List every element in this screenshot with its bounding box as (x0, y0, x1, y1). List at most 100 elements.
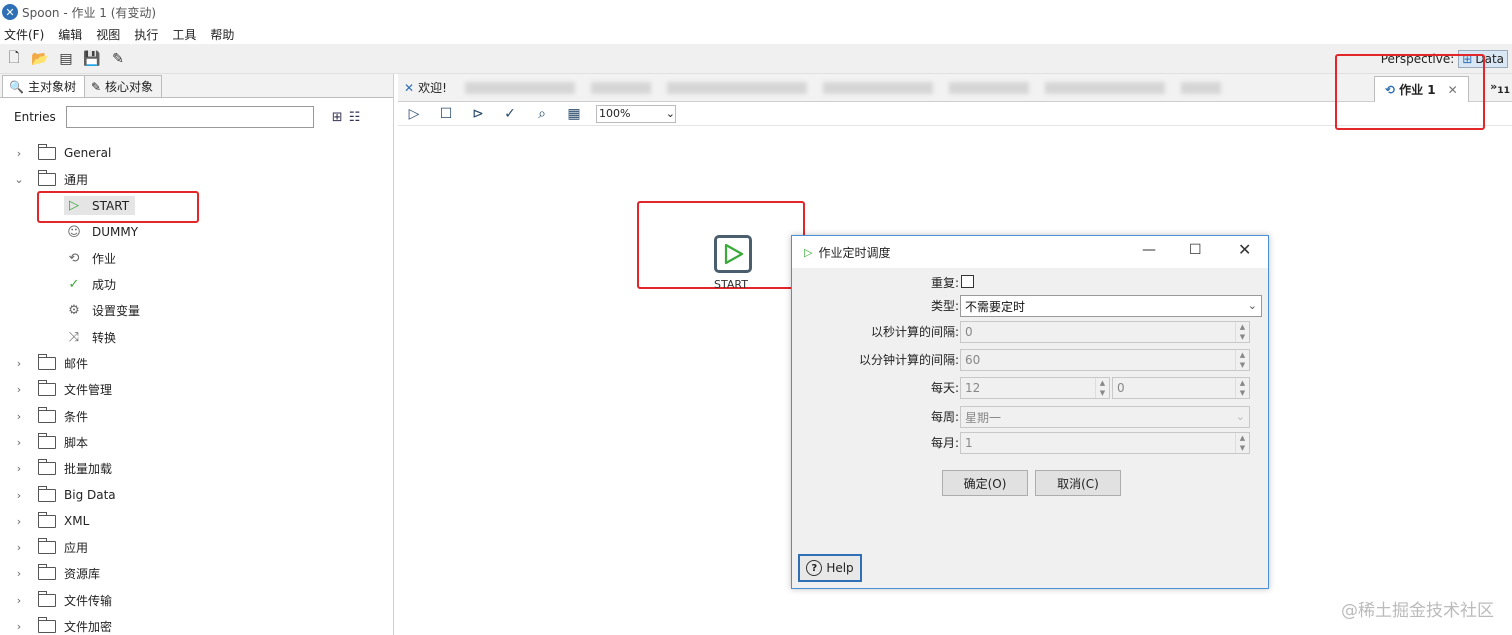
expand-tree-icon[interactable]: ⊞ (332, 110, 343, 125)
tree-item-job[interactable]: ⟲ 作业 (0, 245, 393, 271)
tree-folder-mail[interactable]: › 邮件 (0, 350, 393, 376)
spinner-icon[interactable]: ▲ ▼ (1235, 322, 1249, 342)
run-options-icon[interactable]: ⊳ (468, 104, 488, 124)
tree-folder-file-transfer[interactable]: › 文件传输 (0, 587, 393, 613)
menu-view[interactable]: 视图 (96, 26, 120, 43)
chevron-down-icon[interactable]: ⌄ (10, 173, 28, 186)
explore-db-icon[interactable]: ▦ (564, 104, 584, 124)
blurred-tab[interactable] (666, 81, 807, 94)
check-job-icon[interactable]: ✓ (500, 104, 520, 124)
tree-folder-repository[interactable]: › 资源库 (0, 561, 393, 587)
blurred-tab[interactable] (822, 81, 933, 94)
stop-icon[interactable]: ☐ (436, 104, 456, 124)
repeat-checkbox[interactable] (961, 275, 974, 288)
chevron-right-icon[interactable]: › (10, 147, 28, 160)
tree-folder-common[interactable]: ⌄ 通用 (0, 166, 393, 192)
chevron-right-icon[interactable]: › (10, 594, 28, 607)
collapse-tree-icon[interactable]: ☷ (349, 110, 361, 125)
blurred-tab[interactable] (1044, 81, 1165, 94)
chevron-right-icon[interactable]: › (10, 620, 28, 633)
open-file-icon[interactable]: 📂 (30, 49, 50, 69)
zoom-select[interactable]: 100% ⌄ (596, 104, 676, 123)
chevron-right-icon[interactable]: › (10, 383, 28, 396)
spinner-icon[interactable]: ▲ ▼ (1235, 350, 1249, 370)
tree-item-set-variables[interactable]: ⚙ 设置变量 (0, 298, 393, 324)
start-node[interactable] (714, 235, 752, 273)
tree-folder-general[interactable]: › General (0, 140, 393, 166)
new-file-icon[interactable]: 🗋 (4, 49, 24, 69)
tree-folder-label: 文件传输 (64, 593, 113, 608)
weekly-select[interactable]: 星期一 ⌄ (960, 406, 1250, 428)
spinner-icon[interactable]: ▲ ▼ (1235, 433, 1249, 453)
tree-folder-big-data[interactable]: › Big Data (0, 482, 393, 508)
tree-folder-label: 批量加载 (64, 462, 113, 477)
seconds-interval-input[interactable]: 0 ▲ ▼ (960, 321, 1250, 343)
type-value: 不需要定时 (965, 299, 1026, 314)
sql-icon[interactable]: ⌕ (532, 104, 552, 124)
explore-repository-icon[interactable]: ▤ (56, 49, 76, 69)
chevron-right-icon[interactable]: › (10, 567, 28, 580)
folder-icon (38, 169, 56, 186)
menu-help[interactable]: 帮助 (210, 26, 234, 43)
tab-core-objects[interactable]: ✎ 核心对象 (83, 75, 163, 97)
chevron-right-icon[interactable]: › (10, 515, 28, 528)
run-icon[interactable]: ▷ (404, 104, 424, 124)
tree-item-success[interactable]: ✓ 成功 (0, 271, 393, 297)
save-as-icon[interactable]: ✎ (108, 49, 128, 69)
minutes-interval-input[interactable]: 60 ▲ ▼ (960, 349, 1250, 371)
variable-icon: ⚙ (68, 303, 80, 319)
chevron-right-icon[interactable]: › (10, 436, 28, 449)
menu-edit[interactable]: 编辑 (58, 26, 82, 43)
minutes-value: 60 (965, 353, 981, 367)
more-tabs-button[interactable]: »11 (1490, 80, 1510, 96)
chevron-right-icon[interactable]: › (10, 489, 28, 502)
tree-folder-scripting[interactable]: › 脚本 (0, 429, 393, 455)
tree-item-transform[interactable]: ⤨ 转换 (0, 324, 393, 350)
cancel-button[interactable]: 取消(C) (1035, 470, 1121, 496)
help-button[interactable]: ? Help (798, 554, 862, 582)
tree-folder-file-encryption[interactable]: › 文件加密 (0, 613, 393, 635)
window-title: Spoon - 作业 1 (有变动) (22, 5, 157, 20)
blurred-tab[interactable] (464, 81, 575, 94)
spinner-icon[interactable]: ▲ ▼ (1095, 378, 1109, 398)
highlight-box (37, 191, 199, 223)
tree-folder-utility[interactable]: › 应用 (0, 534, 393, 560)
close-icon[interactable]: ✕ (1238, 240, 1251, 259)
menu-tools[interactable]: 工具 (172, 26, 196, 43)
blurred-tab[interactable] (1180, 81, 1221, 94)
chevron-right-icon[interactable]: › (10, 357, 28, 370)
type-select[interactable]: 不需要定时 ⌄ (960, 295, 1262, 317)
tab-welcome[interactable]: ✕ 欢迎! (398, 76, 457, 100)
tree-folder-xml[interactable]: › XML (0, 508, 393, 534)
play-icon (724, 243, 744, 265)
tree-folder-conditions[interactable]: › 条件 (0, 403, 393, 429)
entries-label: Entries (14, 110, 56, 124)
minimize-icon[interactable]: — (1142, 242, 1156, 258)
ok-button[interactable]: 确定(O) (942, 470, 1028, 496)
save-icon[interactable]: 💾 (82, 49, 102, 69)
spinner-icon[interactable]: ▲ ▼ (1235, 378, 1249, 398)
monthly-input[interactable]: 1 ▲ ▼ (960, 432, 1250, 454)
menu-file[interactable]: 文件(F) (4, 26, 44, 43)
menu-run[interactable]: 执行 (134, 26, 158, 43)
monthly-label: 每月: (930, 436, 959, 450)
chevron-right-icon[interactable]: › (10, 410, 28, 423)
chevron-right-icon[interactable]: › (10, 462, 28, 475)
tree-icon: 🔍 (9, 79, 24, 94)
daily-minute-input[interactable]: 0 ▲ ▼ (1112, 377, 1250, 399)
watermark: @稀土掘金技术社区 (1341, 601, 1494, 621)
daily-label: 每天: (930, 381, 959, 395)
blurred-tab[interactable] (948, 81, 1029, 94)
maximize-icon[interactable]: ☐ (1189, 242, 1202, 258)
tab-main-object-tree[interactable]: 🔍 主对象树 (2, 75, 85, 97)
tree-folder-file-management[interactable]: › 文件管理 (0, 377, 393, 403)
folder-icon (38, 406, 56, 423)
tree-folder-bulk-loading[interactable]: › 批量加载 (0, 456, 393, 482)
chevron-right-icon[interactable]: › (10, 541, 28, 554)
tree-folder-label: XML (64, 514, 90, 529)
entries-search-input[interactable] (65, 106, 314, 128)
tree-item-label: 作业 (92, 251, 117, 266)
daily-hour-value: 12 (965, 381, 981, 395)
daily-hour-input[interactable]: 12 ▲ ▼ (960, 377, 1110, 399)
blurred-tab[interactable] (590, 81, 651, 94)
